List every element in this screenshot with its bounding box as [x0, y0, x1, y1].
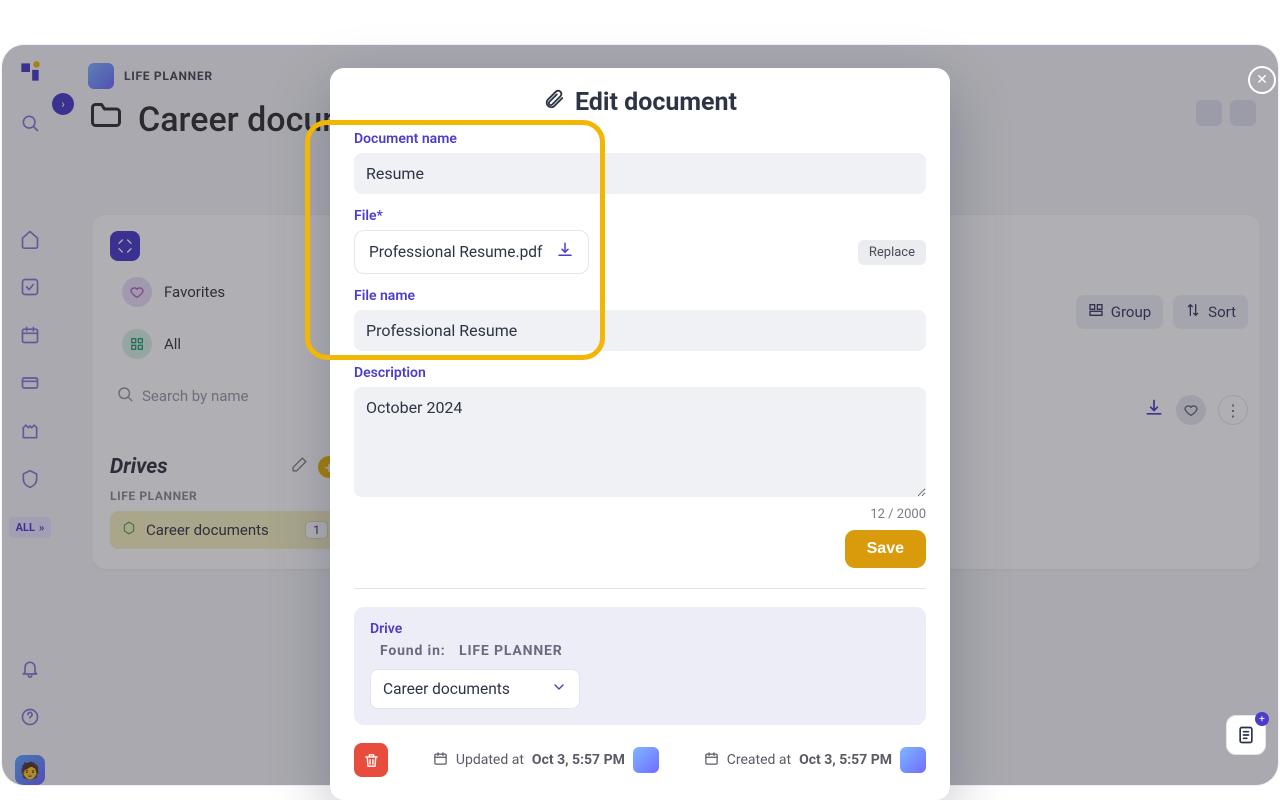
updated-group: Updated at Oct 3, 5:57 PM — [433, 747, 659, 773]
calendar-icon — [433, 751, 448, 770]
modal-title: Edit document — [575, 88, 737, 117]
label-description: Description — [354, 365, 926, 381]
drive-panel: Drive Found in: LIFE PLANNER Career docu… — [354, 607, 926, 725]
drive-select[interactable]: Career documents — [370, 669, 580, 709]
label-drive: Drive — [370, 621, 910, 637]
replace-button[interactable]: Replace — [858, 240, 926, 265]
document-name-input[interactable] — [354, 153, 926, 194]
updated-at-label: Updated at — [456, 752, 524, 768]
updated-by-avatar — [633, 747, 659, 773]
edit-document-modal: Edit document Document name File* Profes… — [330, 68, 950, 800]
save-button[interactable]: Save — [845, 530, 926, 568]
created-at-value: Oct 3, 5:57 PM — [799, 752, 892, 768]
created-by-avatar — [900, 747, 926, 773]
file-row: Professional Resume.pdf Replace — [354, 230, 926, 274]
save-label: Save — [867, 540, 904, 557]
replace-label: Replace — [869, 245, 915, 260]
calendar-icon — [704, 751, 719, 770]
char-count: 12 / 2000 — [354, 507, 926, 522]
meta-row: Updated at Oct 3, 5:57 PM Created at Oct… — [354, 743, 926, 777]
created-at-label: Created at — [727, 752, 791, 768]
label-document-name: Document name — [354, 131, 926, 147]
found-in-row: Found in: LIFE PLANNER — [370, 643, 910, 659]
label-file: File* — [354, 208, 926, 224]
download-icon[interactable] — [556, 241, 574, 263]
file-name-input[interactable] — [354, 310, 926, 351]
file-chip-name: Professional Resume.pdf — [369, 243, 542, 261]
modal-title-row: Edit document — [354, 88, 926, 117]
updated-at-value: Oct 3, 5:57 PM — [532, 752, 625, 768]
drive-select-value: Career documents — [383, 680, 510, 698]
paperclip-icon — [543, 88, 565, 117]
description-input[interactable] — [354, 387, 926, 497]
found-in-value: LIFE PLANNER — [459, 643, 563, 659]
delete-button[interactable] — [354, 743, 388, 777]
created-group: Created at Oct 3, 5:57 PM — [704, 747, 926, 773]
label-file-name: File name — [354, 288, 926, 304]
found-in-label: Found in: — [380, 643, 446, 659]
file-chip[interactable]: Professional Resume.pdf — [354, 230, 589, 274]
modal-backdrop: Edit document Document name File* Profes… — [0, 0, 1280, 800]
divider — [354, 588, 926, 589]
chevron-down-icon — [551, 679, 567, 699]
